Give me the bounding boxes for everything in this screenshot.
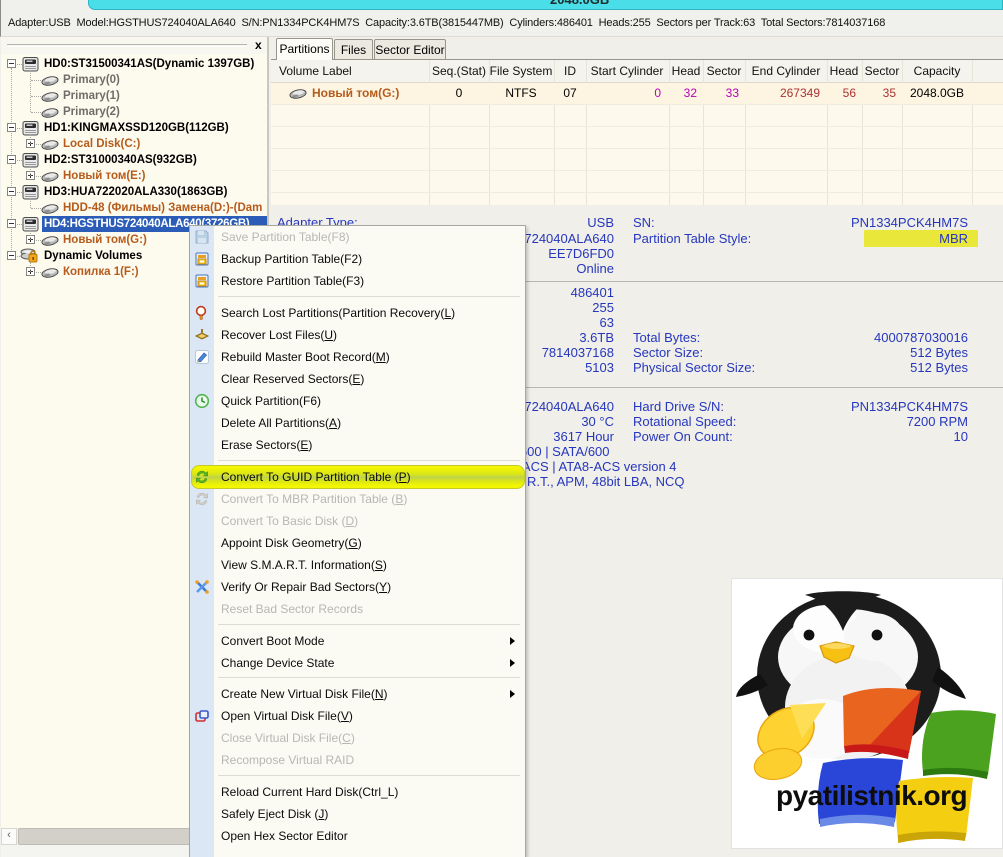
svg-text:pyatilistnik.org: pyatilistnik.org xyxy=(776,780,967,811)
